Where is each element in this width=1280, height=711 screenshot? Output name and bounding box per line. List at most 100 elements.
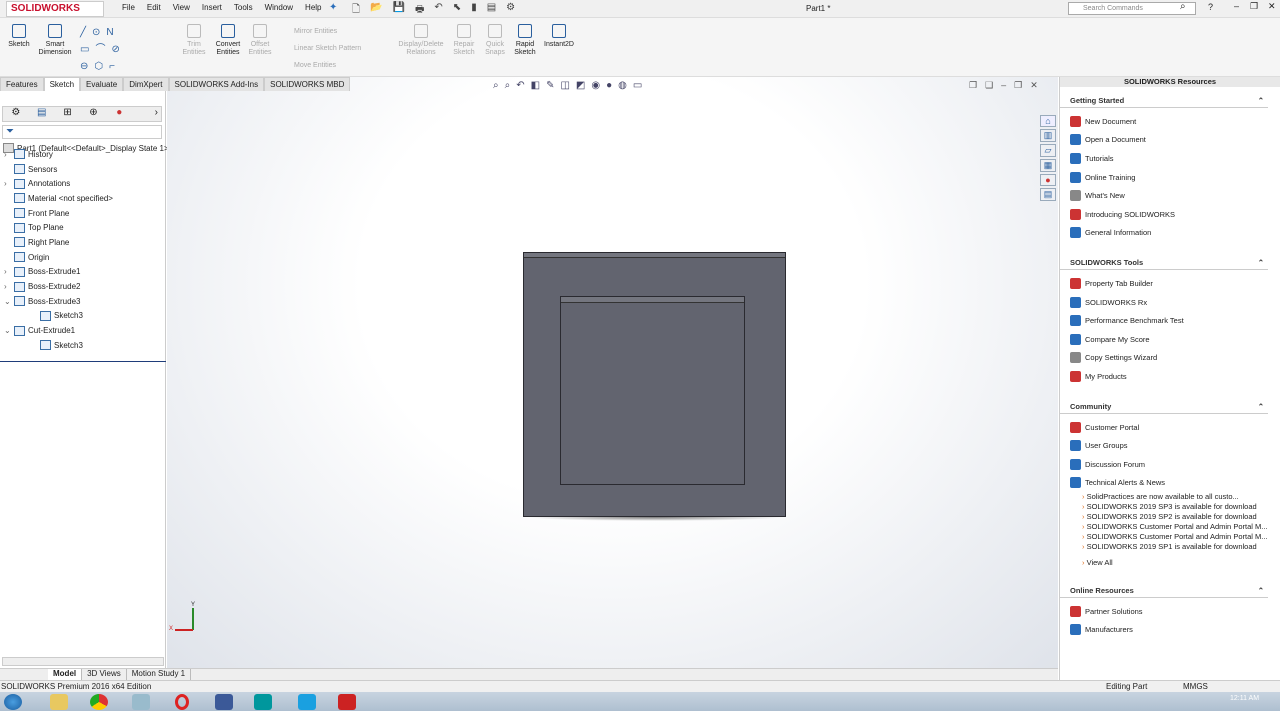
propertymanager-tab-icon[interactable]: ▤ xyxy=(29,107,55,121)
tab-features[interactable]: Features xyxy=(0,77,44,91)
clock-time[interactable]: 12:11 AM xyxy=(1230,695,1259,702)
expand-arrow-icon[interactable]: › xyxy=(4,179,14,188)
menu-help[interactable]: Help xyxy=(305,3,321,12)
menu-window[interactable]: Window xyxy=(265,3,293,12)
solidworks-logo[interactable]: SOLIDWORKS xyxy=(6,1,104,17)
tab-addins[interactable]: SOLIDWORKS Add-Ins xyxy=(168,77,265,91)
model-inner-boss[interactable] xyxy=(560,296,745,485)
mirror-entities-button[interactable]: Mirror Entities xyxy=(294,28,337,35)
news-link[interactable]: SOLIDWORKS 2019 SP2 is available for dow… xyxy=(1082,512,1280,522)
view-palette-icon[interactable]: ▦ xyxy=(1040,159,1056,172)
file-properties-icon[interactable]: ▤ xyxy=(487,2,496,19)
resource-link[interactable]: New Document xyxy=(1060,112,1280,131)
options-gear-icon[interactable]: ⚙ xyxy=(506,2,515,19)
tree-item[interactable]: Front Plane xyxy=(0,206,166,221)
expand-arrow-icon[interactable]: › xyxy=(4,150,14,159)
tab-model[interactable]: Model xyxy=(48,669,83,680)
model-outer-frame[interactable] xyxy=(523,252,786,517)
edit-appearance-icon[interactable]: ● xyxy=(606,80,612,91)
news-link[interactable]: SOLIDWORKS Customer Portal and Admin Por… xyxy=(1082,532,1280,542)
tab-mbd[interactable]: SOLIDWORKS MBD xyxy=(264,77,351,91)
tree-item[interactable]: › History xyxy=(0,147,166,162)
viewport-restore-button[interactable]: ❐ xyxy=(1014,80,1022,91)
facebook-icon[interactable] xyxy=(215,694,233,710)
tab-evaluate[interactable]: Evaluate xyxy=(80,77,124,91)
resource-link[interactable]: SOLIDWORKS Rx xyxy=(1060,293,1280,312)
expand-arrow-icon[interactable]: › xyxy=(132,107,161,121)
resource-link[interactable]: Manufacturers xyxy=(1060,621,1280,640)
help-icon[interactable]: ? xyxy=(1208,2,1213,12)
pin-icon[interactable]: ✦ xyxy=(329,2,337,13)
expand-arrow-icon[interactable]: ⌄ xyxy=(4,297,14,306)
news-link[interactable]: SolidPractices are now available to all … xyxy=(1082,492,1280,502)
appearances-icon[interactable]: ● xyxy=(1040,174,1056,186)
news-link[interactable]: SOLIDWORKS Customer Portal and Admin Por… xyxy=(1082,522,1280,532)
print-icon[interactable]: 🖶 xyxy=(415,2,424,19)
resource-link[interactable]: Technical Alerts & News xyxy=(1060,474,1280,493)
configurationmanager-tab-icon[interactable]: ⊞ xyxy=(55,107,81,121)
offset-entities-button[interactable]: Offset Entities xyxy=(246,24,274,57)
horizontal-scrollbar[interactable] xyxy=(2,657,164,666)
resource-link[interactable]: User Groups xyxy=(1060,436,1280,455)
expand-arrow-icon[interactable]: ⌄ xyxy=(4,326,14,335)
restore-button[interactable]: ❐ xyxy=(1250,1,1258,12)
tree-item[interactable]: › Boss-Extrude2 xyxy=(0,279,166,294)
resource-link[interactable]: Discussion Forum xyxy=(1060,455,1280,474)
section-community[interactable]: Community ⌃ xyxy=(1060,400,1268,414)
dynamic-annotation-icon[interactable]: ✎ xyxy=(546,80,554,91)
resource-link[interactable]: Performance Benchmark Test xyxy=(1060,311,1280,330)
apply-scene-icon[interactable]: ◍ xyxy=(618,80,627,91)
resource-link[interactable]: Copy Settings Wizard xyxy=(1060,349,1280,368)
smart-dimension-button[interactable]: Smart Dimension xyxy=(36,24,74,57)
resource-link[interactable]: Introducing SOLIDWORKS xyxy=(1060,205,1280,224)
zoom-to-area-icon[interactable]: ⌕ xyxy=(505,80,511,91)
resource-link[interactable]: What's New xyxy=(1060,186,1280,205)
collapse-icon[interactable]: ⌃ xyxy=(1258,584,1264,598)
repair-sketch-button[interactable]: Repair Sketch xyxy=(450,24,478,57)
rebuild-icon[interactable]: ▮ xyxy=(471,2,477,19)
chrome-icon[interactable] xyxy=(90,694,108,710)
tree-item[interactable]: Sketch3 xyxy=(0,338,166,353)
view-orientation-icon[interactable]: ◫ xyxy=(560,80,569,91)
resources-home-icon[interactable]: ⌂ xyxy=(1040,115,1056,127)
display-delete-relations-button[interactable]: Display/Delete Relations xyxy=(394,24,448,57)
section-view-icon[interactable]: ◧ xyxy=(531,80,540,91)
collapse-icon[interactable]: ⌃ xyxy=(1258,256,1264,270)
menu-view[interactable]: View xyxy=(173,3,190,12)
opera-icon[interactable] xyxy=(175,694,189,710)
tree-item[interactable]: ⌄ Boss-Extrude3 xyxy=(0,294,166,309)
search-icon[interactable]: ⌕ xyxy=(1180,1,1186,12)
display-style-icon[interactable]: ◩ xyxy=(576,80,585,91)
previous-view-icon[interactable]: ↶ xyxy=(516,80,524,91)
resource-link[interactable]: General Information xyxy=(1060,224,1280,243)
tree-item[interactable]: Top Plane xyxy=(0,220,166,235)
dimxpert-tab-icon[interactable]: ⊕ xyxy=(80,107,106,121)
resource-link[interactable]: Property Tab Builder xyxy=(1060,274,1280,293)
save-icon[interactable]: 💾 xyxy=(393,2,405,19)
tab-3d-views[interactable]: 3D Views xyxy=(82,669,127,680)
collapse-icon[interactable]: ⌃ xyxy=(1258,94,1264,108)
resource-link[interactable]: Partner Solutions xyxy=(1060,602,1280,621)
news-link[interactable]: SOLIDWORKS 2019 SP3 is available for dow… xyxy=(1082,502,1280,512)
featuremanager-tab-icon[interactable]: ⚙ xyxy=(3,107,29,121)
file-explorer-icon[interactable]: ▱ xyxy=(1040,144,1056,157)
resource-link[interactable]: Open a Document xyxy=(1060,131,1280,150)
instant2d-button[interactable]: Instant2D xyxy=(541,24,577,49)
select-icon[interactable]: ⬉ xyxy=(453,2,461,19)
tab-sketch[interactable]: Sketch xyxy=(43,77,81,91)
trim-entities-button[interactable]: Trim Entities xyxy=(178,24,210,57)
resource-link[interactable]: Compare My Score xyxy=(1060,330,1280,349)
resource-link[interactable]: Online Training xyxy=(1060,168,1280,187)
tree-item[interactable]: › Boss-Extrude1 xyxy=(0,265,166,280)
tree-item[interactable]: Sketch3 xyxy=(0,309,166,324)
search-commands-input[interactable]: Search Commands xyxy=(1068,2,1196,15)
move-entities-button[interactable]: Move Entities xyxy=(294,62,336,69)
collapse-icon[interactable]: ⌃ xyxy=(1258,400,1264,414)
tree-item[interactable]: › Annotations xyxy=(0,176,166,191)
viewport-tile-icon[interactable]: ❐ xyxy=(969,80,977,91)
hide-show-icon[interactable]: ◉ xyxy=(591,80,600,91)
section-online-resources[interactable]: Online Resources ⌃ xyxy=(1060,584,1268,599)
start-button[interactable] xyxy=(4,694,22,710)
menu-edit[interactable]: Edit xyxy=(147,3,161,12)
paint-icon[interactable] xyxy=(132,694,150,710)
